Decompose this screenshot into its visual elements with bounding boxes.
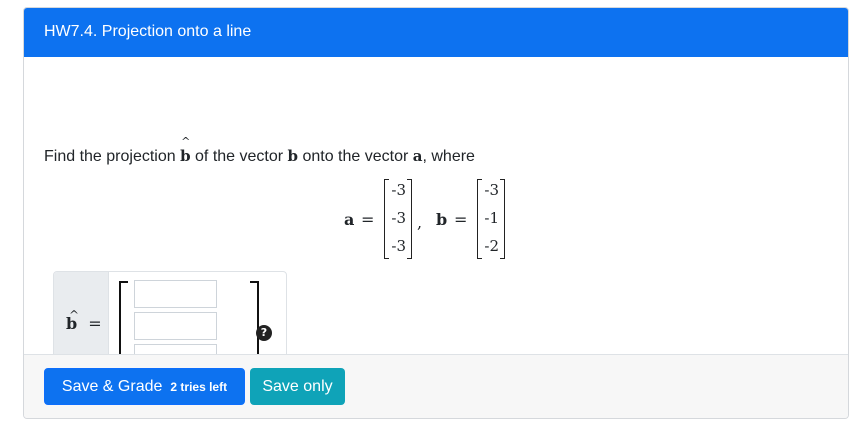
question-title: HW7.4. Projection onto a line [44,23,252,40]
bhat-symbol: b ^ [180,135,191,165]
save-only-button[interactable]: Save only [250,368,345,405]
save-grade-button[interactable]: Save & Grade 2 tries left [44,368,245,405]
answer-input-1[interactable] [134,280,217,308]
b-symbol: b [287,147,299,165]
b-vector-entry: -3 [484,181,499,199]
save-grade-label: Save & Grade [61,377,163,395]
tries-left-label: 2 tries left [170,379,228,394]
comma: , [417,213,423,232]
save-only-label: Save only [262,377,333,395]
question-text: Find the projection b ^ of the vector b o… [44,135,475,165]
question-header: HW7.4. Projection onto a line [24,8,848,57]
b-vector: -3 -1 -2 [477,179,505,259]
a-equals: = [361,210,375,229]
b-label: b [436,210,448,229]
question-footer: Save & Grade 2 tries left Save only [24,354,848,418]
a-vector-entry: -3 [391,237,406,255]
question-circle-icon[interactable]: ? [256,325,272,341]
b-equals: = [454,210,468,229]
a-label: a [344,210,355,229]
a-vector-entry: -3 [391,209,406,227]
a-vector-entry: -3 [391,181,406,199]
question-body: Find the projection b ^ of the vector b o… [24,57,848,383]
hat-accent: ^ [69,308,80,322]
question-card: HW7.4. Projection onto a line Find the p… [23,7,849,419]
b-vector-entry: -2 [484,237,499,255]
b-vector-entry: -1 [484,209,499,227]
answer-equals: = [88,314,102,333]
answer-input-2[interactable] [134,312,217,340]
a-vector: -3 -3 -3 [384,179,412,259]
